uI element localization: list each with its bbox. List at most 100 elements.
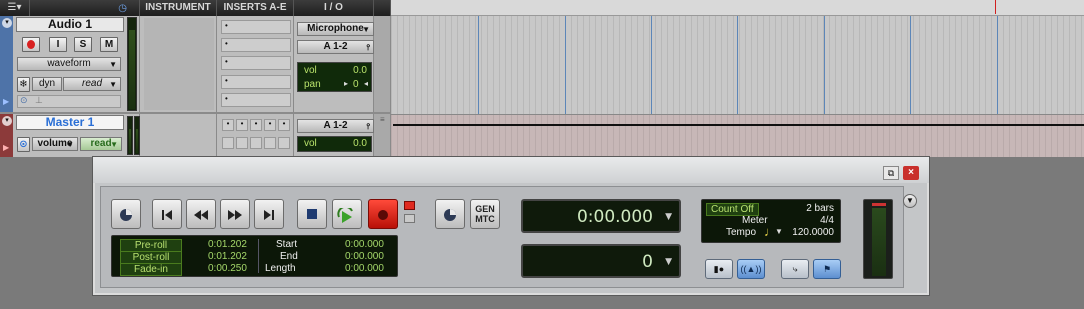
record-button[interactable] (368, 199, 398, 229)
solo-button[interactable]: S (74, 37, 92, 52)
start-value[interactable]: 0:00.000 (345, 239, 384, 250)
master-volume-value[interactable]: 0.0 (353, 138, 367, 149)
insert-slot[interactable]: • (221, 75, 291, 89)
record-mode-indicator-off[interactable] (404, 214, 415, 223)
stop-button[interactable] (297, 199, 327, 229)
transport-titlebar[interactable] (93, 157, 929, 183)
metronome-button[interactable]: ((▲)) (737, 259, 765, 279)
insert-slot[interactable]: • (250, 119, 262, 131)
track-expand-arrow-icon[interactable]: ▶ (3, 97, 9, 106)
record-enable-button[interactable] (22, 37, 40, 52)
rewind-button[interactable] (186, 199, 216, 229)
audio-track-name[interactable]: Audio 1 (16, 17, 124, 32)
clock-sync-button[interactable] (435, 199, 465, 229)
chevron-down-icon[interactable]: ▼ (665, 257, 672, 267)
chevron-down-icon[interactable]: ▼ (665, 212, 672, 222)
end-value[interactable]: 0:00.000 (345, 251, 384, 262)
instrument-slot (144, 18, 214, 110)
midi-merge-button[interactable]: ⤷ (781, 259, 809, 279)
track-expand-icon[interactable]: ▾ (2, 18, 12, 28)
volume-value[interactable]: 0.0 (353, 65, 367, 76)
transport-window: ⧉ × GEN MTC Pre-roll Post-roll Fade-in 0… (92, 156, 930, 296)
fadein-button[interactable]: Fade-in (120, 263, 182, 276)
inserts-column-header: INSERTS A-E (217, 0, 294, 16)
insert-slot[interactable] (250, 137, 262, 149)
online-button[interactable] (111, 199, 141, 229)
insert-slot[interactable]: • (221, 38, 291, 52)
automation-mode-selector[interactable]: read ▼ (63, 77, 121, 91)
master-track-lane[interactable] (391, 114, 1084, 157)
fadein-value[interactable]: 0:00.250 (208, 263, 247, 274)
freeze-icon[interactable]: ❄ (17, 77, 30, 92)
voice-circle-icon[interactable]: ⊙ (17, 137, 30, 152)
insert-slot[interactable] (278, 137, 290, 149)
tempo-label: Tempo (726, 227, 757, 238)
output-label: A 1-2 (323, 41, 348, 52)
transport-view-menu-icon[interactable]: ▼ (903, 194, 917, 208)
automation-mode-label: read (81, 78, 102, 89)
postroll-value[interactable]: 0:01.202 (208, 251, 247, 262)
insert-slot[interactable] (222, 137, 234, 149)
track-expand-icon[interactable]: ▾ (2, 116, 12, 126)
insert-slot[interactable]: • (221, 56, 291, 70)
master-output-selector[interactable]: A 1-2 ⫯ (297, 119, 374, 133)
insert-slot[interactable]: • (264, 119, 276, 131)
insert-slot[interactable]: • (222, 119, 234, 131)
insert-slot[interactable]: • (278, 119, 290, 131)
main-counter[interactable]: 0:00.000 ▼ (521, 199, 681, 233)
master-automation-label: read (90, 138, 112, 149)
output-selector[interactable]: A 1-2 ⫯ (297, 40, 374, 54)
meter-peak-bar (872, 203, 886, 206)
mute-button[interactable]: M (100, 37, 118, 52)
pan-value[interactable]: 0 (353, 79, 359, 90)
insert-slot[interactable] (264, 137, 276, 149)
master-automation-handle-icon[interactable]: ≡ (380, 116, 390, 133)
chevron-down-icon: ▼ (362, 25, 370, 34)
insert-slot[interactable] (236, 137, 248, 149)
preroll-value[interactable]: 0:01.202 (208, 239, 247, 250)
chevron-down-icon: ▼ (66, 140, 74, 149)
meter-value[interactable]: 4/4 (820, 215, 834, 226)
insert-slot[interactable]: • (221, 93, 291, 107)
voice-box[interactable]: ⊙ ⊥ (17, 95, 121, 108)
timeline-ruler[interactable] (391, 0, 1084, 16)
record-mode-indicator-on[interactable] (404, 201, 415, 210)
length-value[interactable]: 0:00.000 (345, 263, 384, 274)
count-off-value[interactable]: 2 bars (806, 203, 834, 214)
main-counter-value: 0:00.000 (576, 207, 653, 227)
master-automation-selector[interactable]: read ▼ (80, 137, 122, 151)
close-window-button[interactable]: × (903, 166, 919, 180)
playhead-marker[interactable] (995, 0, 996, 14)
restore-window-icon[interactable]: ⧉ (883, 166, 899, 180)
play-button[interactable] (332, 199, 362, 229)
conductor-track-button[interactable]: ⚑ (813, 259, 841, 279)
insert-slot[interactable]: • (221, 20, 291, 34)
input-selector[interactable]: Microphone ▼ (297, 22, 374, 36)
volume-pan-display[interactable]: vol 0.0 pan ▸ 0 ◂ (297, 62, 372, 92)
master-view-selector[interactable]: volume ▼ (32, 137, 78, 151)
master-volume-display[interactable]: vol 0.0 (297, 136, 372, 152)
pan-right-arrow-icon: ▸ (344, 79, 349, 88)
go-to-end-button[interactable] (254, 199, 284, 229)
track-expand-arrow-icon[interactable]: ▶ (3, 143, 9, 152)
clock-icon[interactable]: ◷ (118, 1, 127, 17)
gen-mtc-button[interactable]: GEN MTC (470, 199, 500, 229)
fast-forward-button[interactable] (220, 199, 250, 229)
transport-master-meter (863, 199, 893, 279)
end-label: End (280, 251, 298, 262)
wait-for-note-button[interactable]: ▮● (705, 259, 733, 279)
transport-body: GEN MTC Pre-roll Post-roll Fade-in 0:01.… (100, 186, 904, 288)
volume-automation-line[interactable] (393, 124, 1084, 126)
input-monitor-button[interactable]: I (49, 37, 67, 52)
sub-counter[interactable]: 0 ▼ (521, 244, 681, 278)
insert-slot[interactable]: • (236, 119, 248, 131)
track-list-menu[interactable]: ☰▾ (0, 0, 30, 16)
playlist-selector[interactable]: dyn (32, 77, 62, 91)
master-track-name[interactable]: Master 1 (16, 115, 124, 130)
pre-post-roll-panel: Pre-roll Post-roll Fade-in 0:01.202 0:01… (111, 235, 398, 277)
tempo-value[interactable]: 120.0000 (792, 227, 834, 238)
chevron-down-icon[interactable]: ▼ (775, 227, 783, 236)
start-label: Start (276, 239, 298, 250)
track-view-selector[interactable]: waveform ▼ (17, 57, 121, 71)
return-to-zero-button[interactable] (152, 199, 182, 229)
